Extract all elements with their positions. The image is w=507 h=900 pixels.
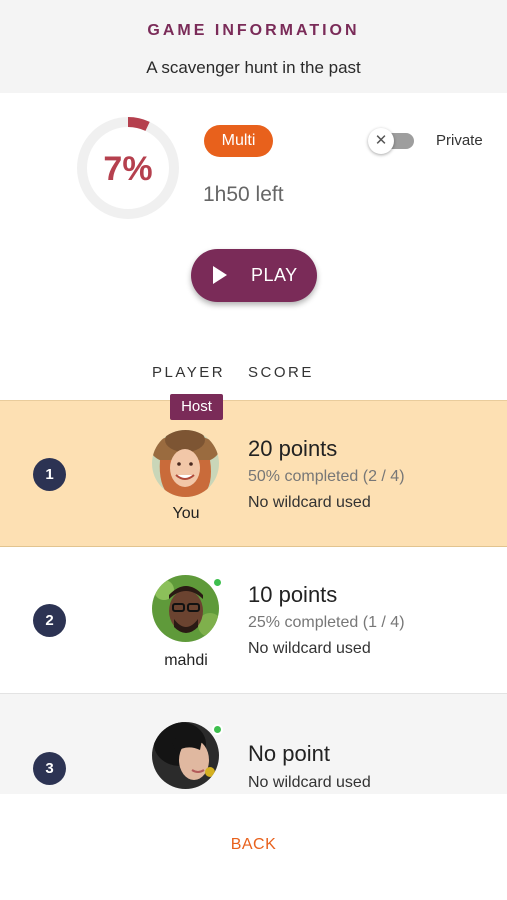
play-label: PLAY (251, 265, 298, 285)
page-title: GAME INFORMATION (147, 22, 360, 39)
host-badge: Host (170, 394, 223, 420)
player-wildcard: No wildcard used (248, 494, 371, 511)
online-indicator (212, 724, 223, 735)
mode-badge: Multi (204, 125, 273, 157)
online-indicator (212, 577, 223, 588)
close-icon: ✕ (368, 128, 394, 154)
player-row[interactable]: 1 Host You 20 points 50% completed (2 / … (0, 394, 507, 547)
play-icon (213, 266, 227, 284)
player-name: You (172, 505, 200, 522)
private-label: Private (436, 132, 483, 149)
player-row[interactable]: 2 mahdi 10 points 25% completed (1 / 4) … (0, 547, 507, 694)
rank-badge: 1 (33, 458, 66, 491)
play-button[interactable]: PLAY (191, 249, 317, 302)
player-name: mahdi (164, 652, 208, 669)
game-info-screen: GAME INFORMATION A scavenger hunt in the… (0, 0, 507, 900)
progress-ring: 7% (74, 114, 182, 222)
avatar (152, 575, 219, 642)
player-points: 20 points (248, 436, 338, 461)
player-wildcard: No wildcard used (248, 774, 371, 791)
header: GAME INFORMATION A scavenger hunt in the… (0, 0, 507, 93)
private-toggle[interactable]: ✕ (368, 128, 414, 154)
player-points: No point (248, 741, 330, 766)
player-row[interactable]: 3 No point No wildcard used (0, 694, 507, 794)
back-button[interactable]: BACK (0, 836, 507, 854)
column-header-player: PLAYER (152, 364, 226, 381)
avatar (152, 430, 219, 497)
time-left: 1h50 left (203, 183, 284, 206)
column-header-score: SCORE (248, 364, 314, 381)
player-points: 10 points (248, 582, 338, 607)
player-progress: 25% completed (1 / 4) (248, 614, 405, 631)
player-wildcard: No wildcard used (248, 640, 371, 657)
progress-percent: 7% (103, 150, 153, 188)
rank-badge: 3 (33, 752, 66, 785)
game-subtitle: A scavenger hunt in the past (146, 58, 361, 77)
rank-badge: 2 (33, 604, 66, 637)
avatar (152, 722, 219, 789)
player-progress: 50% completed (2 / 4) (248, 468, 405, 485)
